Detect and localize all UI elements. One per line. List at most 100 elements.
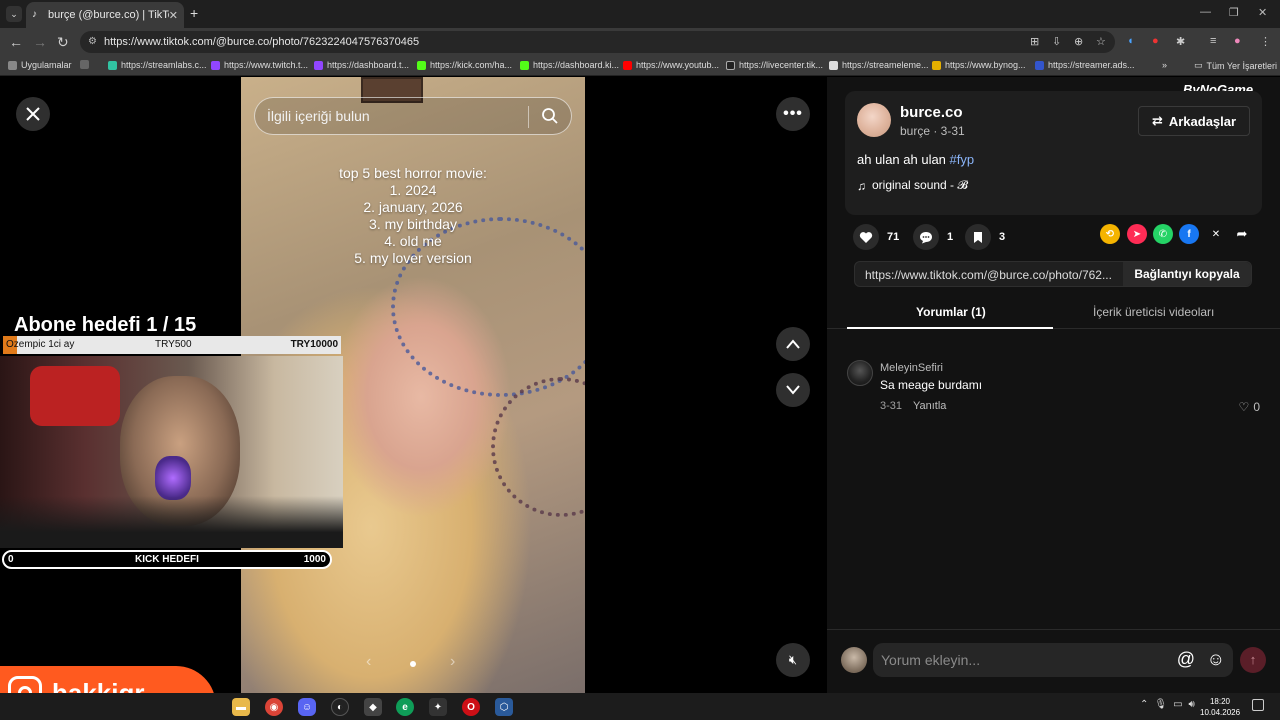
x-icon[interactable]: ✕ — [1206, 224, 1226, 244]
bookmark-streamlabs[interactable]: https://streamlabs.c... — [108, 60, 207, 70]
url-field[interactable]: ⚙ https://www.tiktok.com/@burce.co/photo… — [80, 31, 1115, 53]
extensions-puzzle-icon[interactable]: ✱ — [1176, 35, 1185, 48]
minimize-icon[interactable]: — — [1200, 6, 1211, 18]
discord-icon[interactable]: ☺ — [298, 698, 316, 716]
repost-icon[interactable]: ⟲ — [1100, 224, 1120, 244]
close-window-icon[interactable]: ✕ — [1258, 6, 1267, 19]
opera-icon[interactable]: O — [462, 698, 480, 716]
twitch-icon — [314, 60, 323, 70]
chrome-icon[interactable]: ◉ — [265, 698, 283, 716]
image-indicator-dot — [410, 661, 416, 667]
site-info-icon[interactable]: ⚙ — [88, 31, 97, 53]
app-icon[interactable]: ✦ — [429, 698, 447, 716]
whatsapp-icon[interactable]: ✆ — [1153, 224, 1173, 244]
comment-button[interactable]: 1 — [913, 224, 953, 250]
music-note-icon: ♫ — [857, 178, 866, 193]
reply-button[interactable]: Yanıtla — [913, 400, 946, 412]
install-icon[interactable]: ⇩ — [1052, 35, 1061, 48]
volume-icon[interactable]: 🔊︎ — [1189, 699, 1195, 710]
mute-button[interactable]: 🔇︎ — [776, 643, 810, 677]
bookmark-bynogame[interactable]: https://www.bynog... — [932, 60, 1026, 70]
close-viewer-button[interactable] — [16, 97, 50, 131]
bookmark-star-icon[interactable]: ☆ — [1096, 35, 1106, 48]
taskbar-clock[interactable]: 18:20 10.04.2026 — [1200, 696, 1240, 718]
network-icon[interactable]: ▭ — [1173, 699, 1182, 710]
more-bookmarks-button[interactable]: » — [1162, 60, 1167, 70]
next-image-arrow[interactable]: › — [450, 653, 455, 671]
hashtag-link[interactable]: #fyp — [950, 152, 975, 167]
prev-image-arrow[interactable]: ‹ — [366, 653, 371, 671]
browser-tab[interactable]: ♪ burçe (@burce.co) | TikTok ✕ — [26, 2, 184, 28]
author-username[interactable]: burce.co — [900, 104, 963, 121]
emoji-icon[interactable]: ☺ — [1207, 649, 1225, 670]
kick-goal-bar: 0 KICK HEDEFI 1000 — [2, 550, 332, 569]
bookmark-apps[interactable]: Uygulamalar — [8, 60, 72, 70]
forward-icon[interactable]: → — [33, 34, 47, 50]
goal-mid-label: TRY500 — [155, 339, 192, 350]
reading-list-icon[interactable]: ≡ — [1210, 35, 1216, 47]
app-icon[interactable]: ◆ — [364, 698, 382, 716]
goal-right-label: TRY10000 — [290, 339, 338, 350]
search-icon[interactable] — [541, 107, 559, 130]
address-toolbar: ← → ↻ ⚙ https://www.tiktok.com/@burce.co… — [0, 28, 1280, 56]
commenter-name[interactable]: MeleyinSefiri — [880, 362, 943, 374]
more-options-button[interactable]: ••• — [776, 97, 810, 131]
previous-post-button[interactable] — [776, 327, 810, 361]
chevron-up-icon[interactable]: ⌃ — [1140, 699, 1148, 710]
sound-link[interactable]: ♫ original sound - 𝓑 — [857, 178, 968, 193]
bookmark-kick[interactable]: https://kick.com/ha... — [417, 60, 512, 70]
bookmark-tiktok-livecenter[interactable]: https://livecenter.tik... — [726, 60, 823, 70]
mention-icon[interactable]: @ — [1177, 649, 1195, 670]
restore-icon[interactable]: ❐ — [1229, 6, 1239, 19]
share-link-box: https://www.tiktok.com/@burce.co/photo/7… — [854, 261, 1252, 287]
subscriber-goal-title: Abone hedefi 1 / 15 — [14, 314, 197, 336]
share-link-text[interactable]: https://www.tiktok.com/@burce.co/photo/7… — [865, 268, 1121, 282]
like-button[interactable]: 71 — [853, 224, 899, 250]
app-icon[interactable]: ⬡ — [495, 698, 513, 716]
comment-bubble-icon — [913, 224, 939, 250]
bookmark-twitch[interactable]: https://www.twitch.t... — [211, 60, 308, 70]
bookmark-grid[interactable] — [80, 60, 89, 69]
friends-button[interactable]: ⇄ Arkadaşlar — [1138, 106, 1250, 136]
avatar[interactable] — [857, 103, 891, 137]
microphone-icon[interactable]: 🎙︎ — [1154, 699, 1167, 710]
extension-red-icon[interactable]: ● — [1152, 35, 1159, 47]
bookmark-streamer-ads[interactable]: https://streamer.ads... — [1035, 60, 1135, 70]
bookmark-kick-dashboard[interactable]: https://dashboard.ki... — [520, 60, 619, 70]
send-comment-button[interactable]: ↑ — [1240, 647, 1266, 673]
tab-close-icon[interactable]: ✕ — [169, 9, 178, 22]
notification-icon[interactable] — [1252, 699, 1264, 711]
comment-input[interactable]: Yorum ekleyin... @ ☺ — [873, 643, 1233, 677]
profile-avatar-icon[interactable]: ● — [1234, 35, 1241, 47]
translate-icon[interactable]: ⊞ — [1030, 35, 1039, 48]
kick-goal-label: KICK HEDEFI — [135, 554, 199, 565]
background-pattern — [491, 377, 585, 517]
comment-like-button[interactable]: ♡ 0 — [1239, 400, 1260, 414]
extension-icon[interactable]: ◖ — [1127, 35, 1134, 47]
obs-icon[interactable]: ◐ — [331, 698, 349, 716]
bookmark-youtube[interactable]: https://www.youtub... — [623, 60, 719, 70]
tab-comments[interactable]: Yorumlar (1) — [916, 305, 986, 319]
new-tab-button[interactable]: + — [190, 5, 198, 21]
file-explorer-icon[interactable]: ▬ — [232, 698, 250, 716]
bookmark-twitch-dashboard[interactable]: https://dashboard.t... — [314, 60, 409, 70]
tab-search-button[interactable]: ⌄ — [6, 6, 22, 22]
menu-dots-icon[interactable]: ⋮ — [1260, 35, 1271, 48]
edge-icon[interactable]: e — [396, 698, 414, 716]
facebook-icon[interactable]: f — [1179, 224, 1199, 244]
kick-icon — [520, 60, 529, 70]
tab-creator-videos[interactable]: İçerik üreticisi videoları — [1093, 305, 1214, 319]
bookmark-streameleme[interactable]: https://streameleme... — [829, 60, 929, 70]
save-button[interactable]: 3 — [965, 224, 1005, 250]
close-icon — [26, 107, 40, 121]
send-to-friends-icon[interactable]: ➤ — [1127, 224, 1147, 244]
share-arrow-icon[interactable]: ➦ — [1232, 224, 1252, 244]
next-post-button[interactable] — [776, 373, 810, 407]
reload-icon[interactable]: ↻ — [57, 34, 69, 51]
zoom-icon[interactable]: ⊕ — [1074, 35, 1083, 48]
commenter-avatar[interactable] — [847, 360, 873, 386]
all-bookmarks-folder[interactable]: ▭ Tüm Yer İşaretleri — [1194, 60, 1277, 71]
related-search-input[interactable]: İlgili içeriği bulun — [254, 97, 572, 135]
back-icon[interactable]: ← — [9, 34, 23, 50]
copy-link-button[interactable]: Bağlantıyı kopyala — [1123, 262, 1251, 286]
